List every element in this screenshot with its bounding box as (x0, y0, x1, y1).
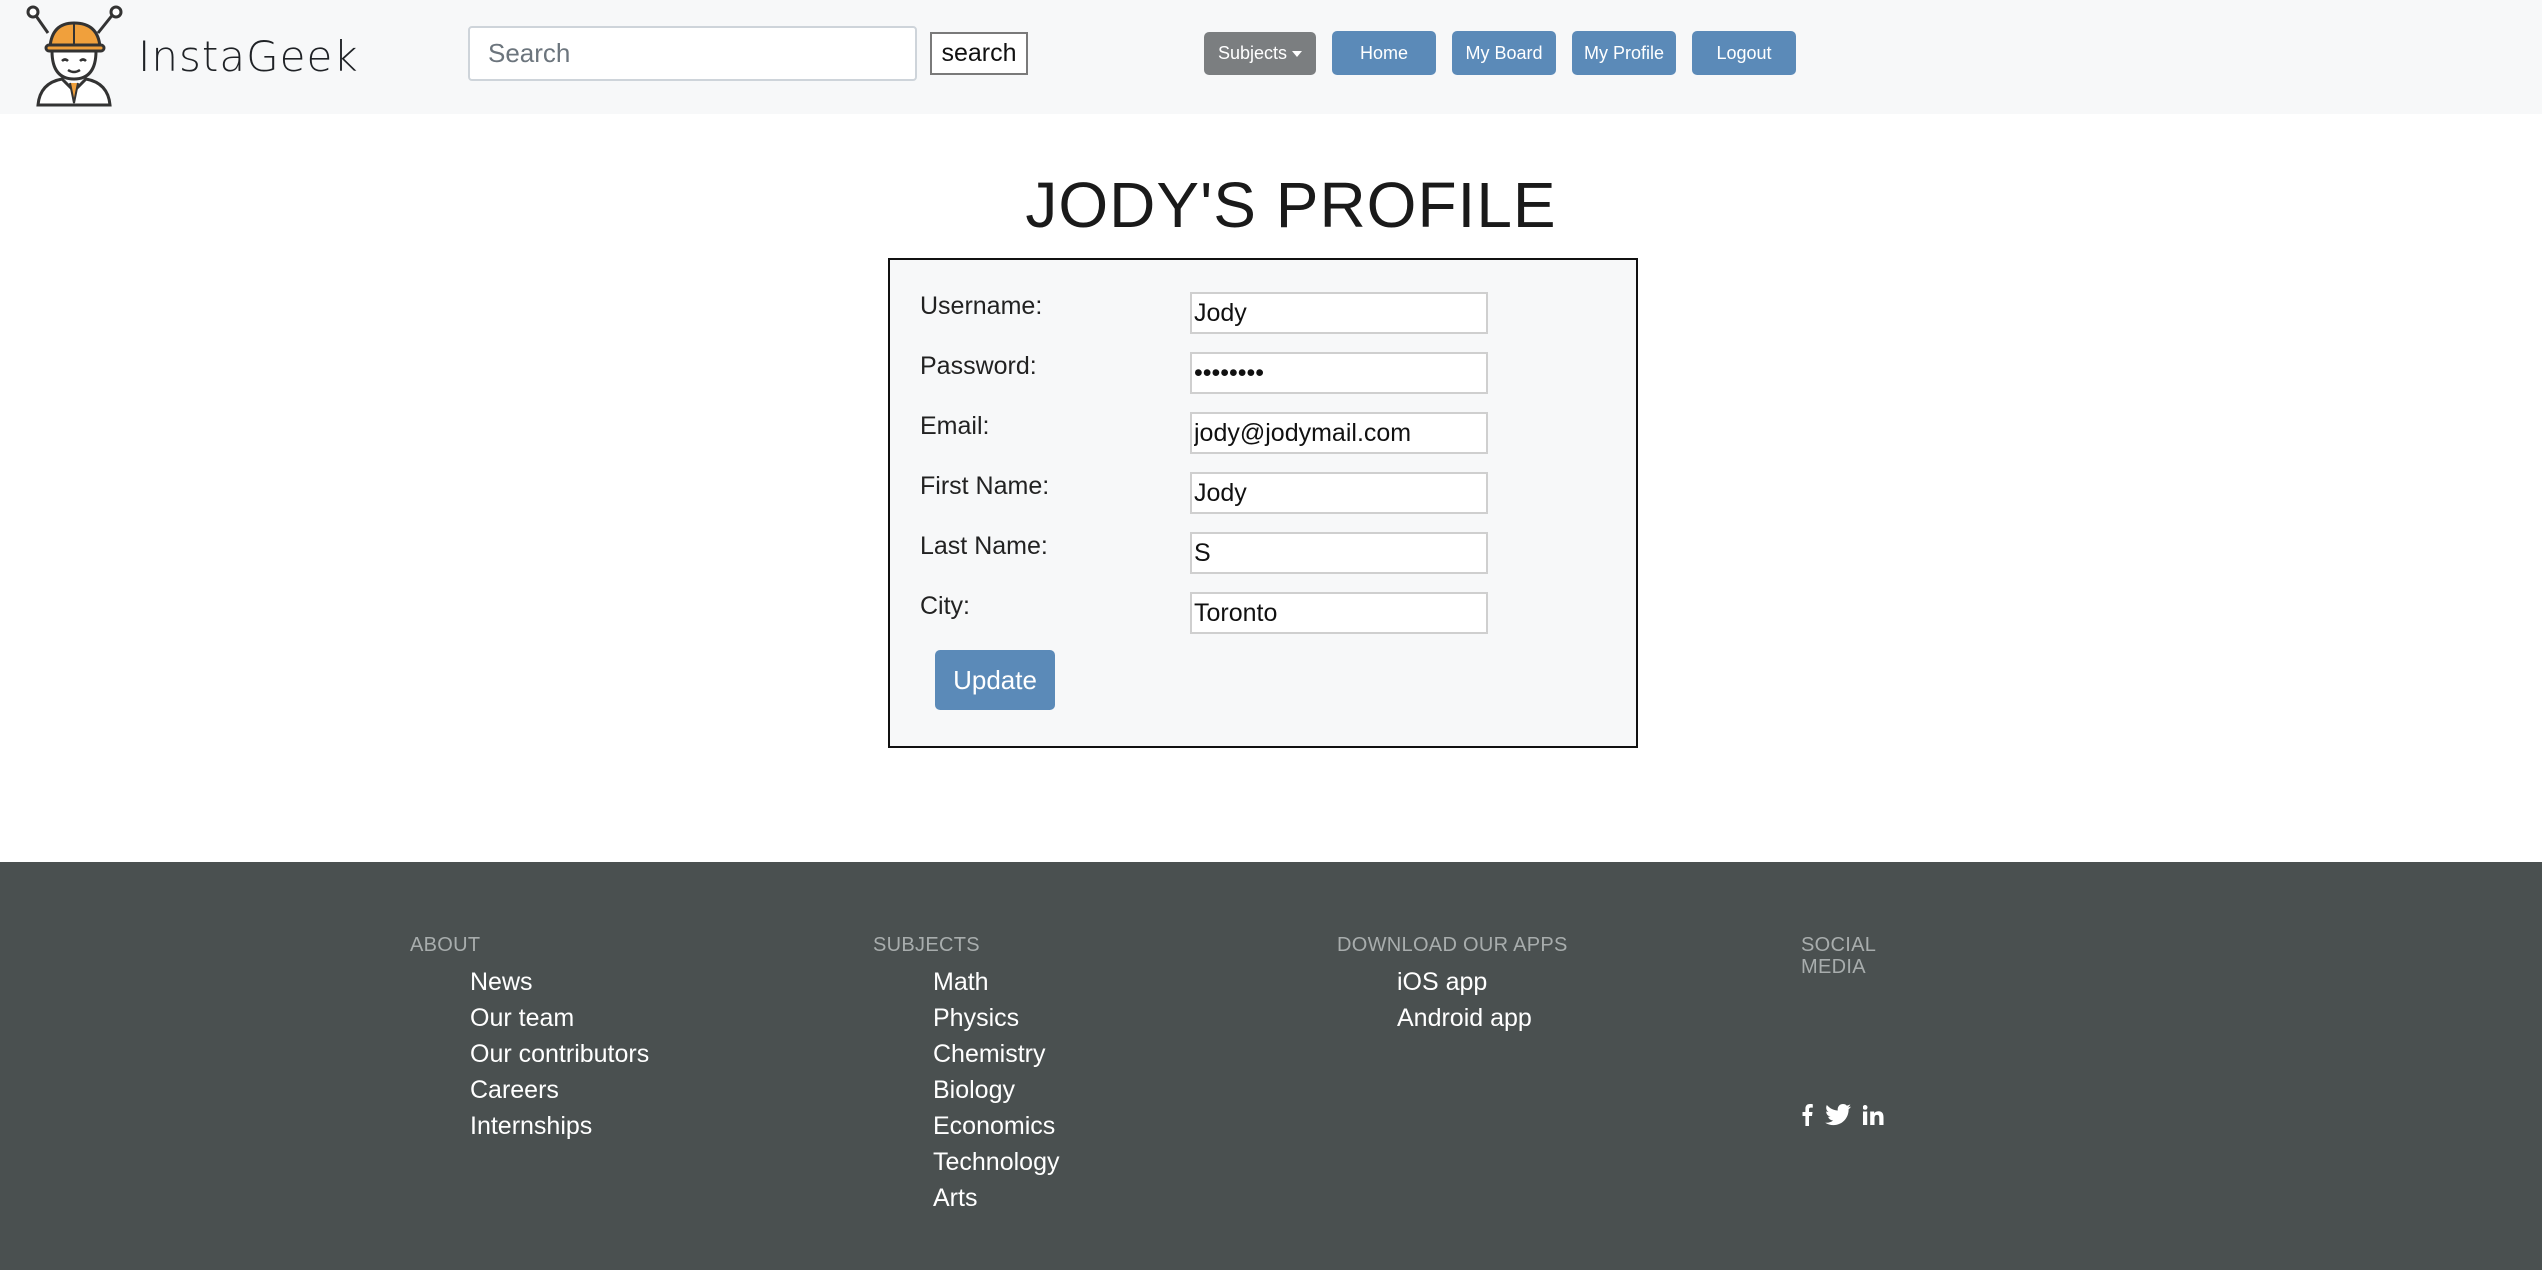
city-label: City: (920, 592, 970, 620)
footer-link-chemistry[interactable]: Chemistry (933, 1036, 1059, 1072)
my-board-button[interactable]: My Board (1452, 31, 1556, 75)
footer-link-technology[interactable]: Technology (933, 1144, 1059, 1180)
twitter-icon[interactable] (1825, 1104, 1851, 1126)
username-field[interactable] (1190, 292, 1488, 334)
footer-subjects: Subjects Math Physics Chemistry Biology … (873, 934, 1059, 1216)
city-field[interactable] (1190, 592, 1488, 634)
last-name-field[interactable] (1190, 532, 1488, 574)
footer-social-heading-line2: Media (1801, 956, 1866, 978)
footer-social-heading: Social Media (1801, 934, 1961, 978)
footer-social-heading-line1: Social (1801, 934, 1877, 956)
footer: About News Our team Our contributors Car… (0, 862, 2542, 1270)
footer-link-physics[interactable]: Physics (933, 1000, 1059, 1036)
footer-link-news[interactable]: News (470, 964, 649, 1000)
footer-about: About News Our team Our contributors Car… (410, 934, 649, 1144)
brand[interactable]: InstaGeek (26, 4, 359, 108)
profile-form: Username: Password: Email: First Name: L… (888, 258, 1638, 748)
logout-button[interactable]: Logout (1692, 31, 1796, 75)
footer-social: Social Media (1801, 934, 1961, 1134)
footer-link-android-app[interactable]: Android app (1397, 1000, 1568, 1036)
search-button[interactable]: search (930, 32, 1028, 75)
my-profile-button[interactable]: My Profile (1572, 31, 1676, 75)
footer-link-math[interactable]: Math (933, 964, 1059, 1000)
username-label: Username: (920, 292, 1043, 320)
search-input[interactable] (468, 26, 917, 81)
navbar: InstaGeek search Subjects Home My Board … (0, 0, 2542, 114)
footer-subjects-heading: Subjects (873, 934, 980, 956)
password-label: Password: (920, 352, 1037, 380)
facebook-icon[interactable] (1801, 1104, 1813, 1126)
email-label: Email: (920, 412, 990, 440)
page-title: JODY'S PROFILE (1025, 169, 1557, 241)
footer-apps: Download our apps iOS app Android app (1337, 934, 1568, 1036)
update-button[interactable]: Update (935, 650, 1055, 710)
footer-apps-list: iOS app Android app (1397, 964, 1568, 1036)
last-name-label: Last Name: (920, 532, 1048, 560)
footer-link-internships[interactable]: Internships (470, 1108, 649, 1144)
geek-mascot-logo (26, 5, 123, 107)
subjects-dropdown-button[interactable]: Subjects (1204, 32, 1316, 75)
footer-apps-heading: Download our apps (1337, 934, 1568, 956)
footer-link-economics[interactable]: Economics (933, 1108, 1059, 1144)
footer-link-our-contributors[interactable]: Our contributors (470, 1036, 649, 1072)
email-field[interactable] (1190, 412, 1488, 454)
first-name-label: First Name: (920, 472, 1050, 500)
footer-link-our-team[interactable]: Our team (470, 1000, 649, 1036)
footer-subjects-list: Math Physics Chemistry Biology Economics… (933, 964, 1059, 1216)
subjects-dropdown-label: Subjects (1217, 43, 1288, 63)
first-name-field[interactable] (1190, 472, 1488, 514)
footer-about-list: News Our team Our contributors Careers I… (470, 964, 649, 1144)
footer-about-heading: About (410, 934, 481, 956)
home-button[interactable]: Home (1332, 31, 1436, 75)
footer-link-careers[interactable]: Careers (470, 1072, 649, 1108)
password-field[interactable] (1190, 352, 1488, 394)
footer-link-biology[interactable]: Biology (933, 1072, 1059, 1108)
brand-name: InstaGeek (138, 31, 359, 81)
footer-link-arts[interactable]: Arts (933, 1180, 1059, 1216)
caret-down-icon (1292, 50, 1303, 57)
footer-link-ios-app[interactable]: iOS app (1397, 964, 1568, 1000)
social-icons (1801, 1104, 1885, 1126)
linkedin-icon[interactable] (1863, 1105, 1885, 1125)
